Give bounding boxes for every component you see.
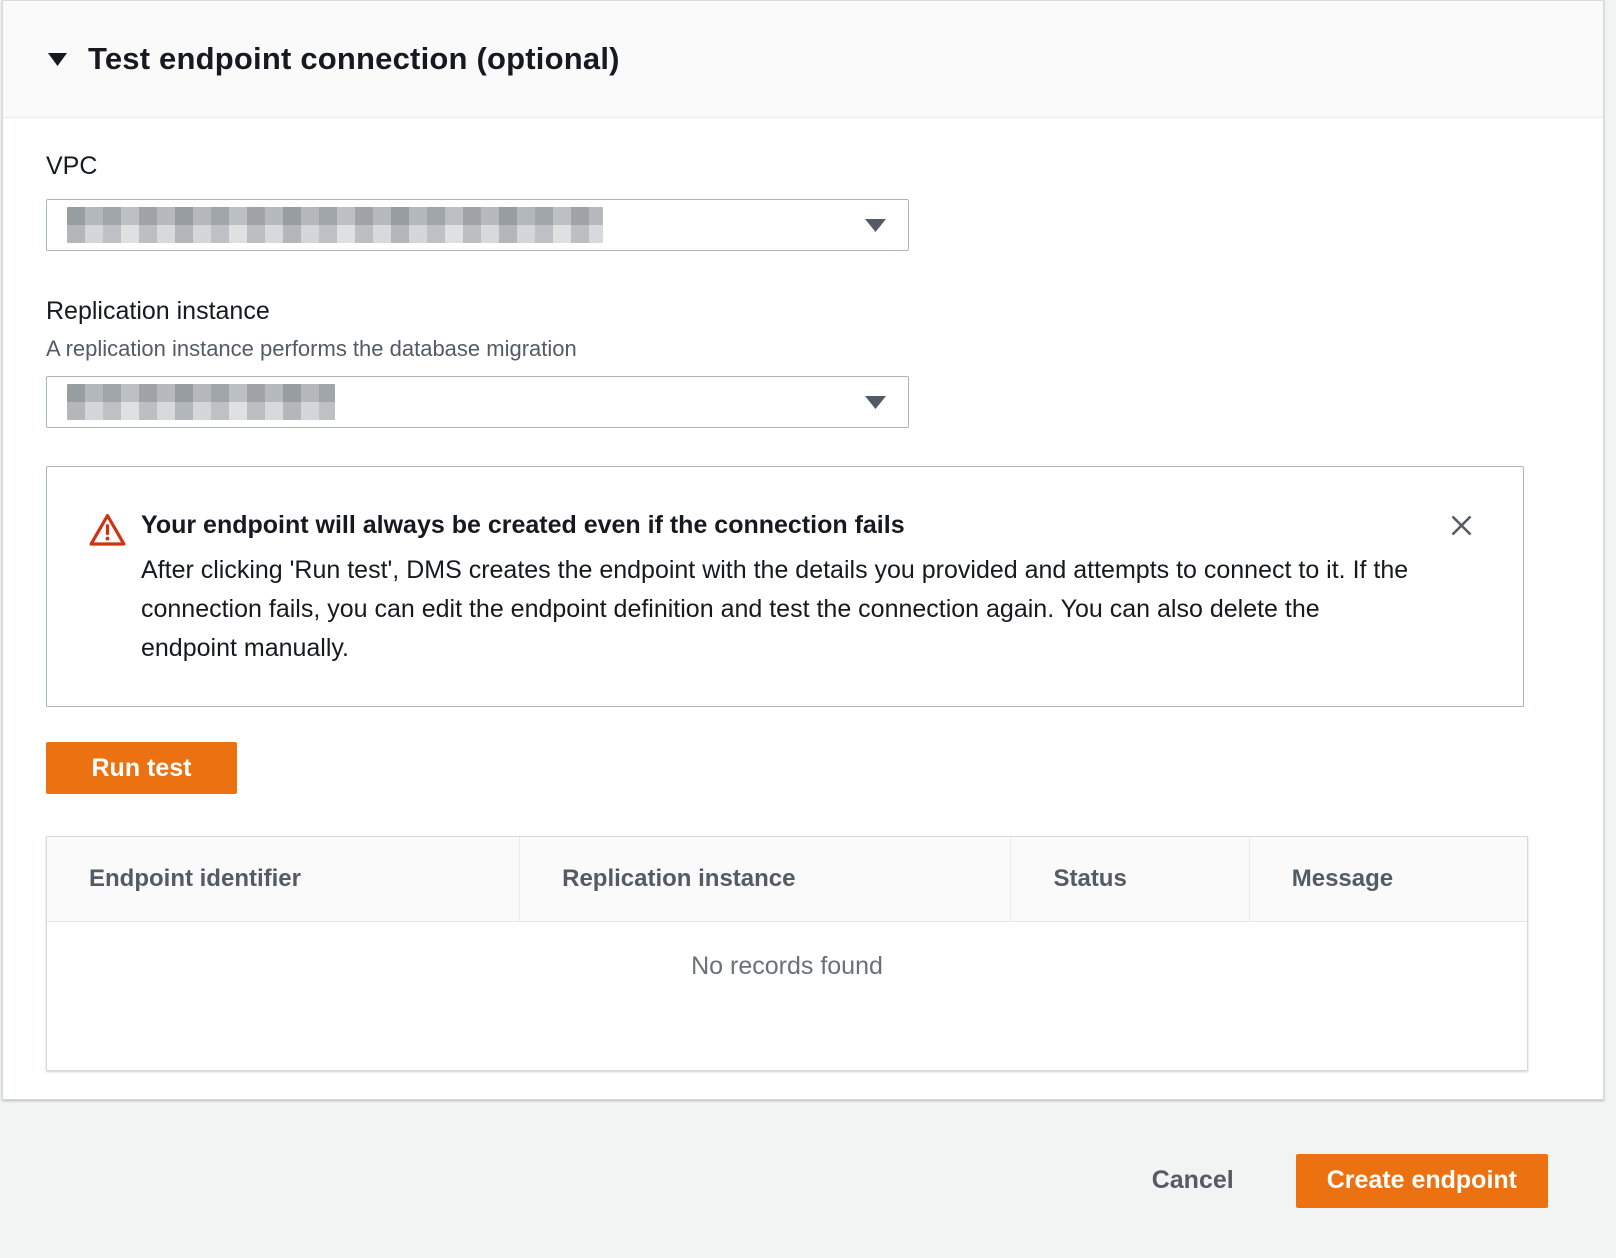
run-test-button[interactable]: Run test: [46, 742, 237, 794]
replication-instance-field: Replication instance A replication insta…: [46, 297, 1560, 428]
panel-body: VPC Replication instance A replication i…: [3, 118, 1603, 1071]
endpoint-warning-alert: Your endpoint will always be created eve…: [46, 466, 1524, 707]
panel-title: Test endpoint connection (optional): [88, 41, 620, 77]
test-endpoint-connection-panel: Test endpoint connection (optional) VPC …: [2, 0, 1604, 1100]
panel-header[interactable]: Test endpoint connection (optional): [3, 1, 1603, 118]
replication-instance-description: A replication instance performs the data…: [46, 336, 1560, 362]
alert-title: Your endpoint will always be created eve…: [141, 511, 1413, 540]
column-header-status: Status: [1010, 837, 1248, 921]
close-icon[interactable]: [1447, 511, 1475, 539]
column-header-message: Message: [1249, 837, 1527, 921]
table-empty-message: No records found: [47, 922, 1527, 1070]
connection-test-table: Endpoint identifier Replication instance…: [46, 836, 1528, 1071]
cancel-button[interactable]: Cancel: [1152, 1166, 1234, 1195]
replication-instance-redacted-value: [67, 384, 335, 420]
dms-create-endpoint-page: Test endpoint connection (optional) VPC …: [0, 0, 1616, 1258]
replication-instance-select[interactable]: [46, 376, 909, 428]
collapse-triangle-icon[interactable]: [48, 53, 67, 66]
alert-content: Your endpoint will always be created eve…: [141, 511, 1473, 668]
vpc-field: VPC: [46, 152, 1560, 251]
vpc-select[interactable]: [46, 199, 909, 251]
vpc-label: VPC: [46, 152, 1560, 181]
vpc-caret-icon: [865, 219, 886, 232]
form-actions-footer: Cancel Create endpoint: [0, 1103, 1616, 1258]
column-header-endpoint-identifier: Endpoint identifier: [47, 837, 519, 921]
replication-instance-label: Replication instance: [46, 297, 1560, 326]
replication-instance-caret-icon: [865, 396, 886, 409]
warning-triangle-icon: [89, 512, 126, 552]
vpc-redacted-value: [67, 207, 603, 243]
create-endpoint-button[interactable]: Create endpoint: [1296, 1154, 1548, 1208]
table-header-row: Endpoint identifier Replication instance…: [47, 837, 1527, 922]
alert-body-text: After clicking 'Run test', DMS creates t…: [141, 551, 1413, 668]
column-header-replication-instance: Replication instance: [519, 837, 1010, 921]
